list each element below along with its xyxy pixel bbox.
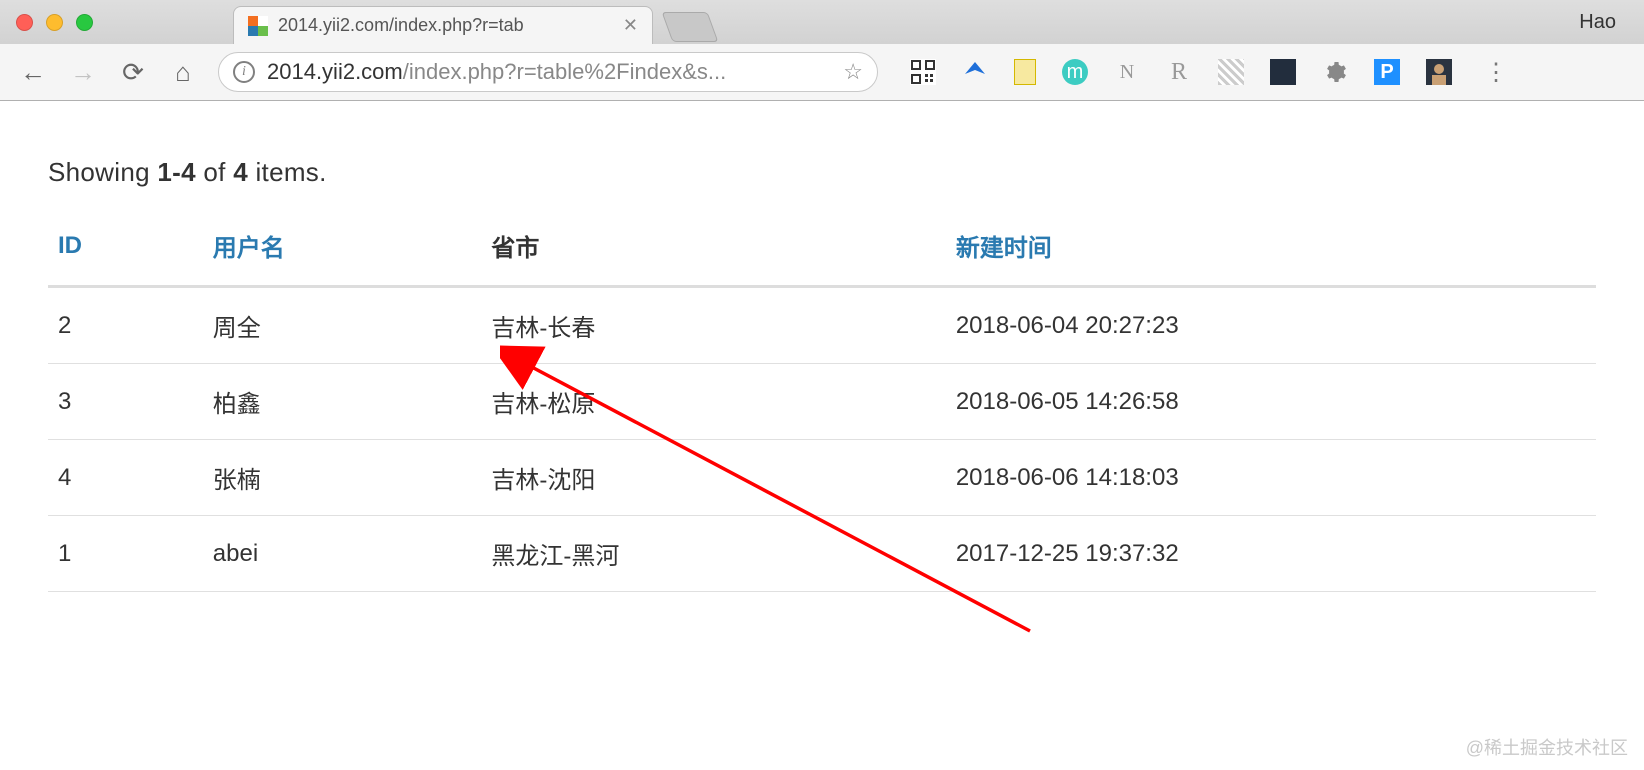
- table-header-row: ID 用户名 省市 新建时间: [48, 212, 1596, 287]
- col-header-province: 省市: [481, 212, 945, 287]
- address-bar[interactable]: i 2014.yii2.com/index.php?r=table%2Finde…: [218, 52, 878, 92]
- tab-close-icon[interactable]: ✕: [623, 15, 638, 36]
- dark-icon[interactable]: [1270, 59, 1296, 85]
- cell-id: 4: [48, 440, 203, 516]
- m-icon[interactable]: m: [1062, 59, 1088, 85]
- result-summary: Showing 1-4 of 4 items.: [48, 157, 1596, 188]
- browser-chrome: 2014.yii2.com/index.php?r=tab ✕ Hao ← → …: [0, 0, 1644, 101]
- profile-name[interactable]: Hao: [1579, 11, 1616, 34]
- url-text: 2014.yii2.com/index.php?r=table%2Findex&…: [267, 59, 726, 85]
- table-row: 1 abei 黑龙江-黑河 2017-12-25 19:37:32: [48, 516, 1596, 592]
- window-minimize-button[interactable]: [46, 14, 63, 31]
- table-row: 3 柏鑫 吉林-松原 2018-06-05 14:26:58: [48, 364, 1596, 440]
- col-header-username[interactable]: 用户名: [203, 212, 482, 287]
- n-icon[interactable]: N: [1114, 59, 1140, 85]
- cell-created: 2018-06-06 14:18:03: [946, 440, 1596, 516]
- browser-menu-icon[interactable]: ⋮: [1484, 58, 1508, 87]
- window-close-button[interactable]: [16, 14, 33, 31]
- note-icon[interactable]: [1014, 59, 1036, 85]
- cell-id: 3: [48, 364, 203, 440]
- cell-username: 张楠: [203, 440, 482, 516]
- reload-button[interactable]: ⟳: [118, 57, 148, 88]
- home-button[interactable]: ⌂: [168, 57, 198, 88]
- traffic-lights: [16, 14, 93, 31]
- table-row: 4 张楠 吉林-沈阳 2018-06-06 14:18:03: [48, 440, 1596, 516]
- avatar-icon[interactable]: [1426, 59, 1452, 85]
- col-header-created[interactable]: 新建时间: [946, 212, 1596, 287]
- back-button[interactable]: ←: [18, 57, 48, 88]
- titlebar: 2014.yii2.com/index.php?r=tab ✕ Hao: [0, 0, 1644, 44]
- gear-icon[interactable]: [1322, 59, 1348, 85]
- table-row: 2 周全 吉林-长春 2018-06-04 20:27:23: [48, 287, 1596, 364]
- cell-username: 柏鑫: [203, 364, 482, 440]
- browser-tab[interactable]: 2014.yii2.com/index.php?r=tab ✕: [233, 6, 653, 44]
- extension-icons: m N R P: [910, 59, 1452, 85]
- y-icon[interactable]: [962, 59, 988, 85]
- cell-province: 黑龙江-黑河: [481, 516, 945, 592]
- stripes-icon[interactable]: [1218, 59, 1244, 85]
- cell-province: 吉林-沈阳: [481, 440, 945, 516]
- cell-username: abei: [203, 516, 482, 592]
- data-table: ID 用户名 省市 新建时间 2 周全 吉林-长春 2018-06-04 20:…: [48, 212, 1596, 592]
- window-maximize-button[interactable]: [76, 14, 93, 31]
- qr-icon[interactable]: [910, 59, 936, 85]
- r-icon[interactable]: R: [1166, 59, 1192, 85]
- page-content: Showing 1-4 of 4 items. ID 用户名 省市 新建时间 2…: [0, 101, 1644, 648]
- bookmark-star-icon[interactable]: ☆: [843, 59, 863, 85]
- site-info-icon[interactable]: i: [233, 61, 255, 83]
- cell-province: 吉林-松原: [481, 364, 945, 440]
- toolbar: ← → ⟳ ⌂ i 2014.yii2.com/index.php?r=tabl…: [0, 44, 1644, 100]
- cell-created: 2018-06-05 14:26:58: [946, 364, 1596, 440]
- cell-username: 周全: [203, 287, 482, 364]
- p-icon[interactable]: P: [1374, 59, 1400, 85]
- cell-created: 2017-12-25 19:37:32: [946, 516, 1596, 592]
- tab-title: 2014.yii2.com/index.php?r=tab: [278, 15, 613, 36]
- cell-id: 2: [48, 287, 203, 364]
- cell-id: 1: [48, 516, 203, 592]
- cell-created: 2018-06-04 20:27:23: [946, 287, 1596, 364]
- cell-province: 吉林-长春: [481, 287, 945, 364]
- col-header-id[interactable]: ID: [48, 212, 203, 287]
- new-tab-button[interactable]: [662, 12, 719, 42]
- favicon-icon: [248, 16, 268, 36]
- watermark: @稀土掘金技术社区: [1466, 734, 1628, 760]
- forward-button[interactable]: →: [68, 57, 98, 88]
